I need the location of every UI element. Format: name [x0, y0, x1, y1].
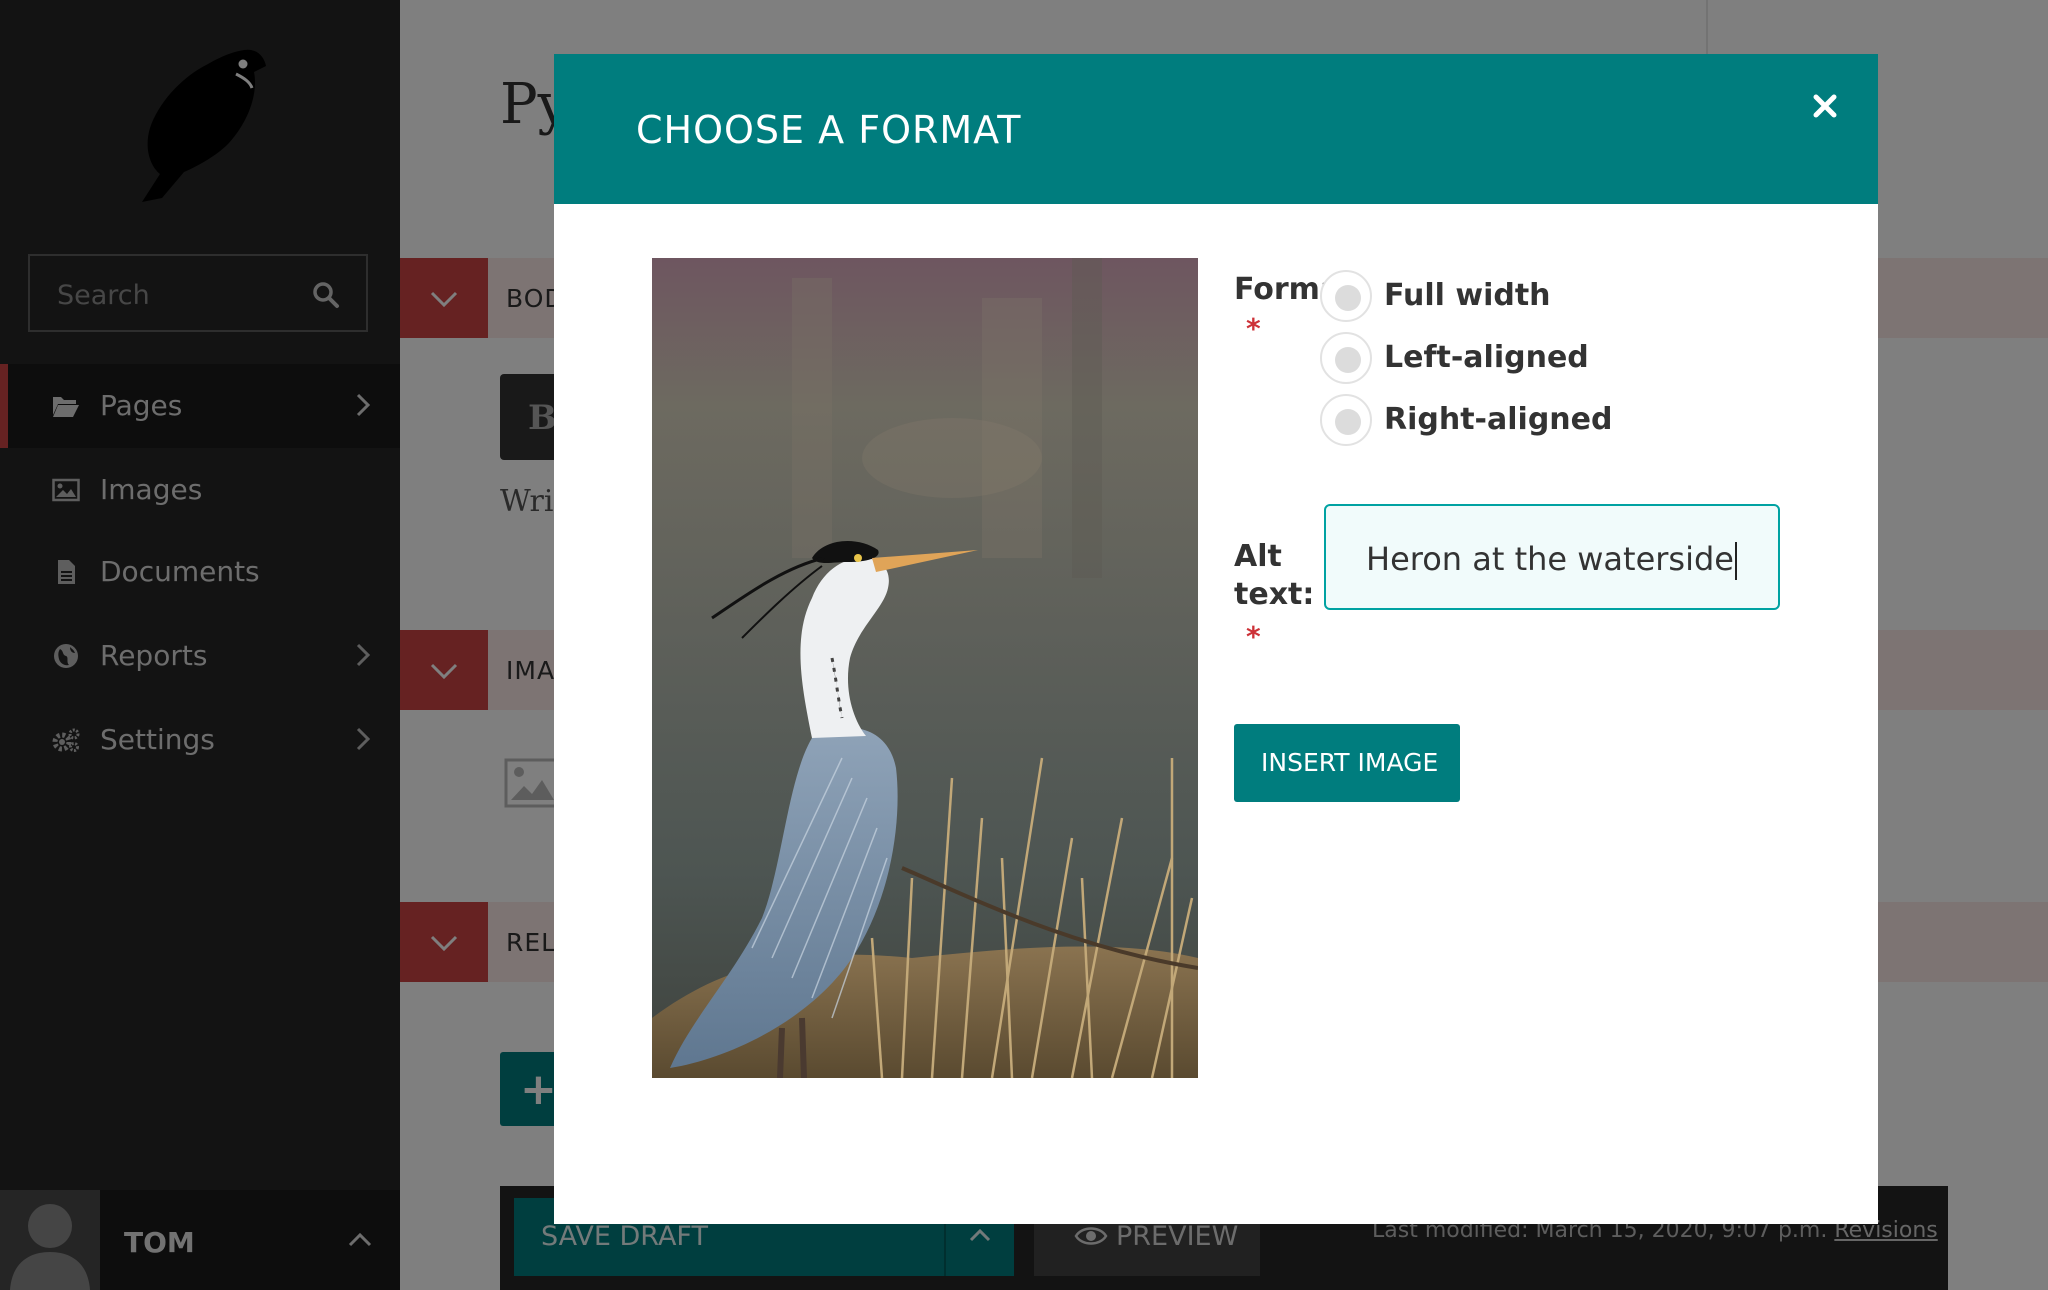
- close-icon[interactable]: [1810, 91, 1840, 121]
- radio-button[interactable]: [1320, 270, 1372, 322]
- radio-label[interactable]: Left-aligned: [1384, 340, 1589, 375]
- format-option-full-width[interactable]: Full width: [1320, 270, 1720, 326]
- format-option-right-aligned[interactable]: Right-aligned: [1320, 394, 1720, 450]
- radio-button[interactable]: [1320, 332, 1372, 384]
- modal-title: CHOOSE A FORMAT: [636, 108, 1022, 152]
- format-option-left-aligned[interactable]: Left-aligned: [1320, 332, 1720, 388]
- alt-text-value[interactable]: Heron at the waterside: [1366, 540, 1737, 580]
- text-caret: [1734, 542, 1737, 580]
- required-asterisk: *: [1246, 312, 1261, 345]
- radio-button[interactable]: [1320, 394, 1372, 446]
- alt-text-label: Alt text:: [1234, 538, 1314, 614]
- heron-image-preview: [652, 258, 1198, 1078]
- required-asterisk: *: [1246, 620, 1261, 653]
- format-label: Format: [1234, 272, 1324, 307]
- choose-format-modal: CHOOSE A FORMAT Form * Full width Left-a…: [554, 54, 1878, 1224]
- alt-text-label-line2: text:: [1234, 577, 1315, 612]
- alt-text-content: Heron at the waterside: [1366, 540, 1734, 578]
- alt-text-label-line1: Alt: [1234, 539, 1282, 574]
- insert-image-label: INSERT IMAGE: [1261, 748, 1439, 777]
- alt-text-input[interactable]: Heron at the waterside: [1324, 504, 1780, 610]
- modal-header: CHOOSE A FORMAT: [554, 54, 1878, 204]
- radio-label[interactable]: Right-aligned: [1384, 402, 1612, 437]
- radio-label[interactable]: Full width: [1384, 278, 1551, 313]
- insert-image-button[interactable]: INSERT IMAGE: [1234, 724, 1460, 802]
